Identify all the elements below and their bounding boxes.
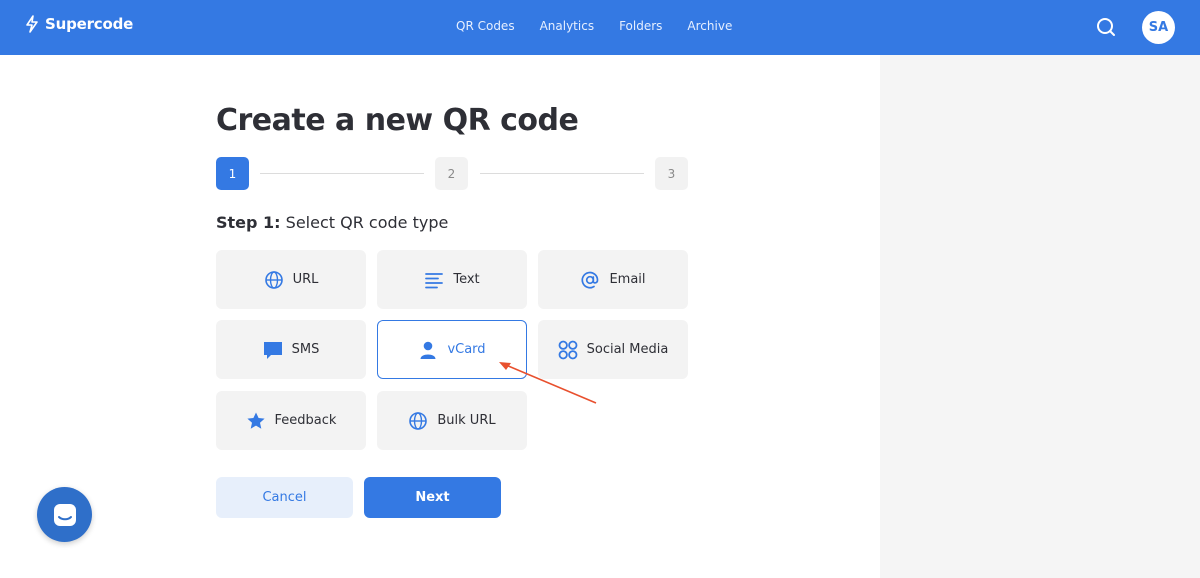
nav-archive[interactable]: Archive <box>687 19 732 33</box>
type-tile-social-media[interactable]: Social Media <box>538 320 688 379</box>
star-icon <box>246 411 266 431</box>
type-tile-sms[interactable]: SMS <box>216 320 366 379</box>
type-label-feedback: Feedback <box>274 413 337 428</box>
user-avatar[interactable]: SA <box>1142 11 1175 44</box>
type-tile-email[interactable]: Email <box>538 250 688 309</box>
type-tile-bulk-url[interactable]: Bulk URL <box>377 391 527 450</box>
brand-name: Supercode <box>45 15 134 33</box>
type-label-text: Text <box>453 272 480 287</box>
chat-icon <box>53 503 76 526</box>
main-nav: QR Codes Analytics Folders Archive <box>456 19 757 33</box>
user-icon <box>418 340 438 360</box>
type-tile-url[interactable]: URL <box>216 250 366 309</box>
type-label-email: Email <box>609 272 646 287</box>
nav-folders[interactable]: Folders <box>619 19 662 33</box>
globe-icon <box>264 270 284 290</box>
type-label-bulk-url: Bulk URL <box>437 413 496 428</box>
nav-qr-codes[interactable]: QR Codes <box>456 19 515 33</box>
page-title: Create a new QR code <box>216 103 579 138</box>
brand-logo[interactable]: Supercode <box>24 15 133 33</box>
text-lines-icon <box>424 270 444 290</box>
four-circles-icon <box>558 340 578 360</box>
globe-icon <box>408 411 428 431</box>
top-navigation-bar: Supercode QR Codes Analytics Folders Arc… <box>0 0 1200 55</box>
step-heading: Step 1: Select QR code type <box>216 213 448 232</box>
bolt-icon <box>26 15 38 33</box>
step-1-indicator: 1 <box>216 157 249 190</box>
step-heading-text: Select QR code type <box>280 213 449 232</box>
search-icon <box>1097 18 1115 36</box>
type-label-social-media: Social Media <box>586 342 669 357</box>
type-label-url: URL <box>292 272 319 287</box>
preview-panel <box>880 55 1200 578</box>
step-2-indicator: 2 <box>435 157 468 190</box>
step-connector-2 <box>480 173 644 174</box>
step-3-indicator: 3 <box>655 157 688 190</box>
nav-analytics[interactable]: Analytics <box>540 19 595 33</box>
cancel-button[interactable]: Cancel <box>216 477 353 518</box>
chat-launcher-button[interactable] <box>37 487 92 542</box>
search-button[interactable] <box>1096 17 1116 37</box>
type-label-vcard: vCard <box>447 342 486 357</box>
step-heading-prefix: Step 1: <box>216 213 281 232</box>
next-button[interactable]: Next <box>364 477 501 518</box>
message-icon <box>263 340 283 360</box>
step-connector-1 <box>260 173 424 174</box>
type-tile-vcard[interactable]: vCard <box>377 320 527 379</box>
type-label-sms: SMS <box>291 342 320 357</box>
type-tile-feedback[interactable]: Feedback <box>216 391 366 450</box>
at-sign-icon <box>580 270 600 290</box>
type-tile-text[interactable]: Text <box>377 250 527 309</box>
